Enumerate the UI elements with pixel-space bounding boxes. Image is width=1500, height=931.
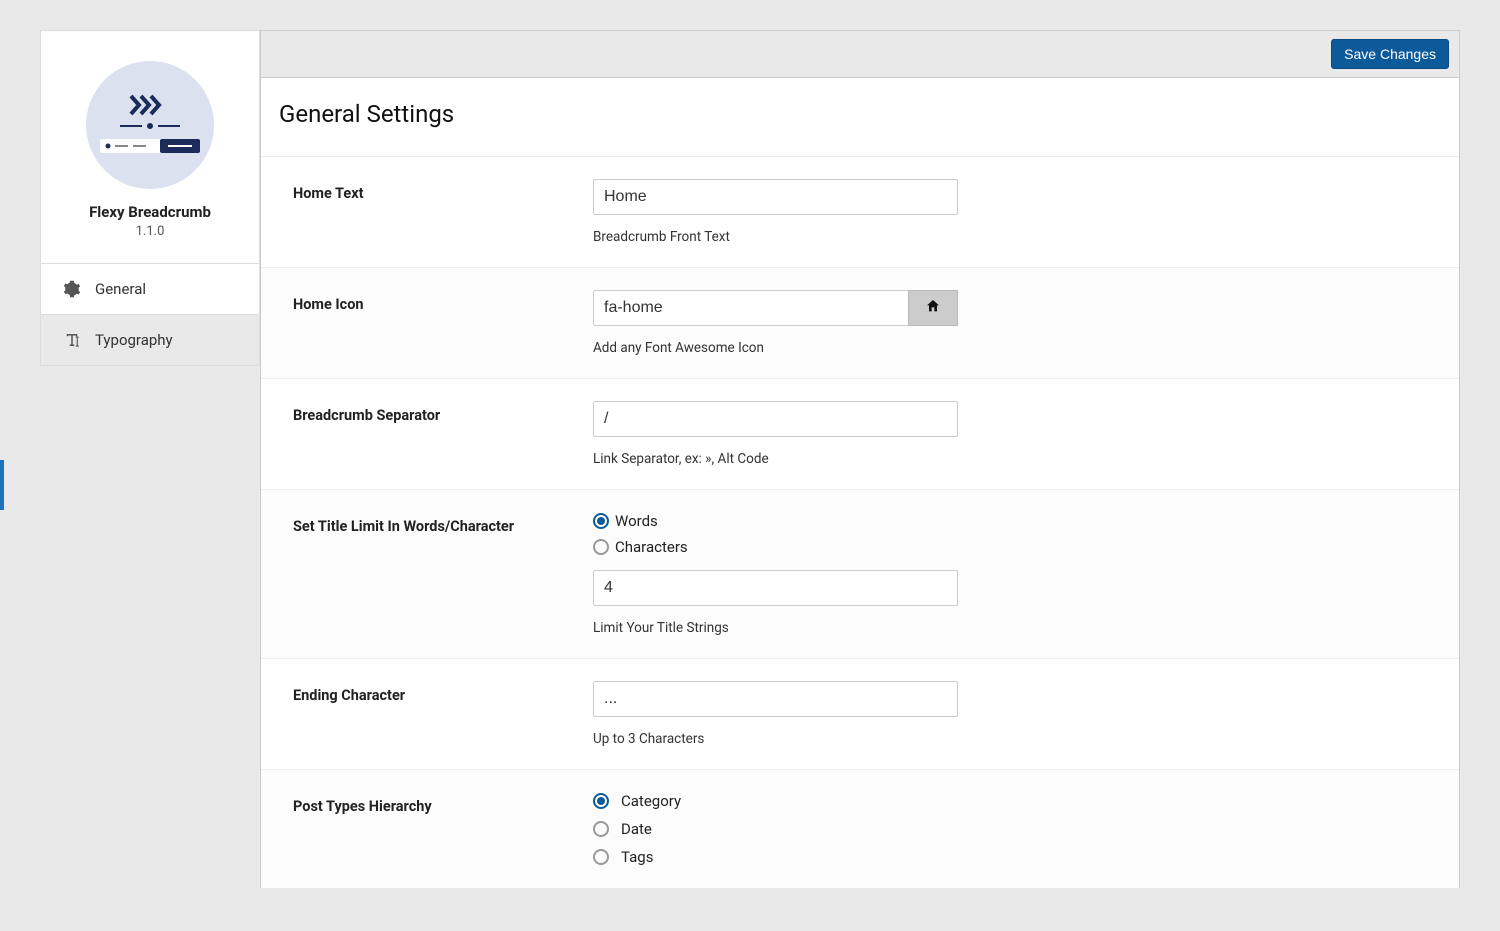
help-home-text: Breadcrumb Front Text (593, 229, 958, 245)
label-home-text: Home Text (293, 179, 593, 245)
input-home-text[interactable] (593, 179, 958, 215)
radio-label-words: Words (615, 512, 658, 530)
help-home-icon: Add any Font Awesome Icon (593, 340, 958, 356)
help-ending-char: Up to 3 Characters (593, 731, 958, 747)
panel-title: General Settings (261, 78, 1459, 157)
plugin-version: 1.1.0 (51, 224, 249, 239)
input-ending-char[interactable] (593, 681, 958, 717)
label-separator: Breadcrumb Separator (293, 401, 593, 467)
typography-icon (63, 331, 81, 349)
plugin-logo (86, 61, 214, 189)
settings-panel: General Settings Home Text Breadcrumb Fr… (260, 78, 1460, 888)
home-icon (925, 298, 941, 318)
nav-item-general[interactable]: General (41, 264, 259, 315)
input-home-icon[interactable] (593, 290, 908, 326)
label-post-hierarchy: Post Types Hierarchy (293, 792, 593, 866)
radio-label-category: Category (621, 792, 681, 810)
sidebar-nav: General Typography (40, 263, 260, 366)
label-ending-char: Ending Character (293, 681, 593, 747)
main-content: Save Changes General Settings Home Text … (260, 30, 1460, 888)
row-post-hierarchy: Post Types Hierarchy Category Date Ta (261, 770, 1459, 888)
label-home-icon: Home Icon (293, 290, 593, 356)
input-title-limit[interactable] (593, 570, 958, 606)
blue-edge-indicator (0, 460, 4, 510)
sidebar: Flexy Breadcrumb 1.1.0 General (40, 30, 260, 888)
plugin-name: Flexy Breadcrumb (51, 203, 249, 221)
radio-category[interactable] (593, 793, 609, 809)
row-separator: Breadcrumb Separator Link Separator, ex:… (261, 379, 1459, 490)
nav-label: General (95, 280, 146, 298)
toolbar: Save Changes (260, 30, 1460, 78)
icon-picker-button[interactable] (908, 290, 958, 326)
label-title-limit: Set Title Limit In Words/Character (293, 512, 593, 636)
radio-label-date: Date (621, 820, 652, 838)
row-home-text: Home Text Breadcrumb Front Text (261, 157, 1459, 268)
radio-tags[interactable] (593, 849, 609, 865)
help-title-limit: Limit Your Title Strings (593, 620, 958, 636)
row-title-limit: Set Title Limit In Words/Character Words… (261, 490, 1459, 659)
sidebar-header: Flexy Breadcrumb 1.1.0 (40, 30, 260, 263)
input-separator[interactable] (593, 401, 958, 437)
radio-date[interactable] (593, 821, 609, 837)
row-ending-char: Ending Character Up to 3 Characters (261, 659, 1459, 770)
save-button[interactable]: Save Changes (1331, 39, 1449, 69)
nav-item-typography[interactable]: Typography (41, 315, 259, 365)
radio-label-tags: Tags (621, 848, 653, 866)
gears-icon (63, 280, 81, 298)
radio-words[interactable] (593, 513, 609, 529)
row-home-icon: Home Icon Add any Font Awesome Icon (261, 268, 1459, 379)
radio-label-characters: Characters (615, 538, 688, 556)
nav-label: Typography (95, 331, 173, 349)
radio-characters[interactable] (593, 539, 609, 555)
help-separator: Link Separator, ex: », Alt Code (593, 451, 958, 467)
